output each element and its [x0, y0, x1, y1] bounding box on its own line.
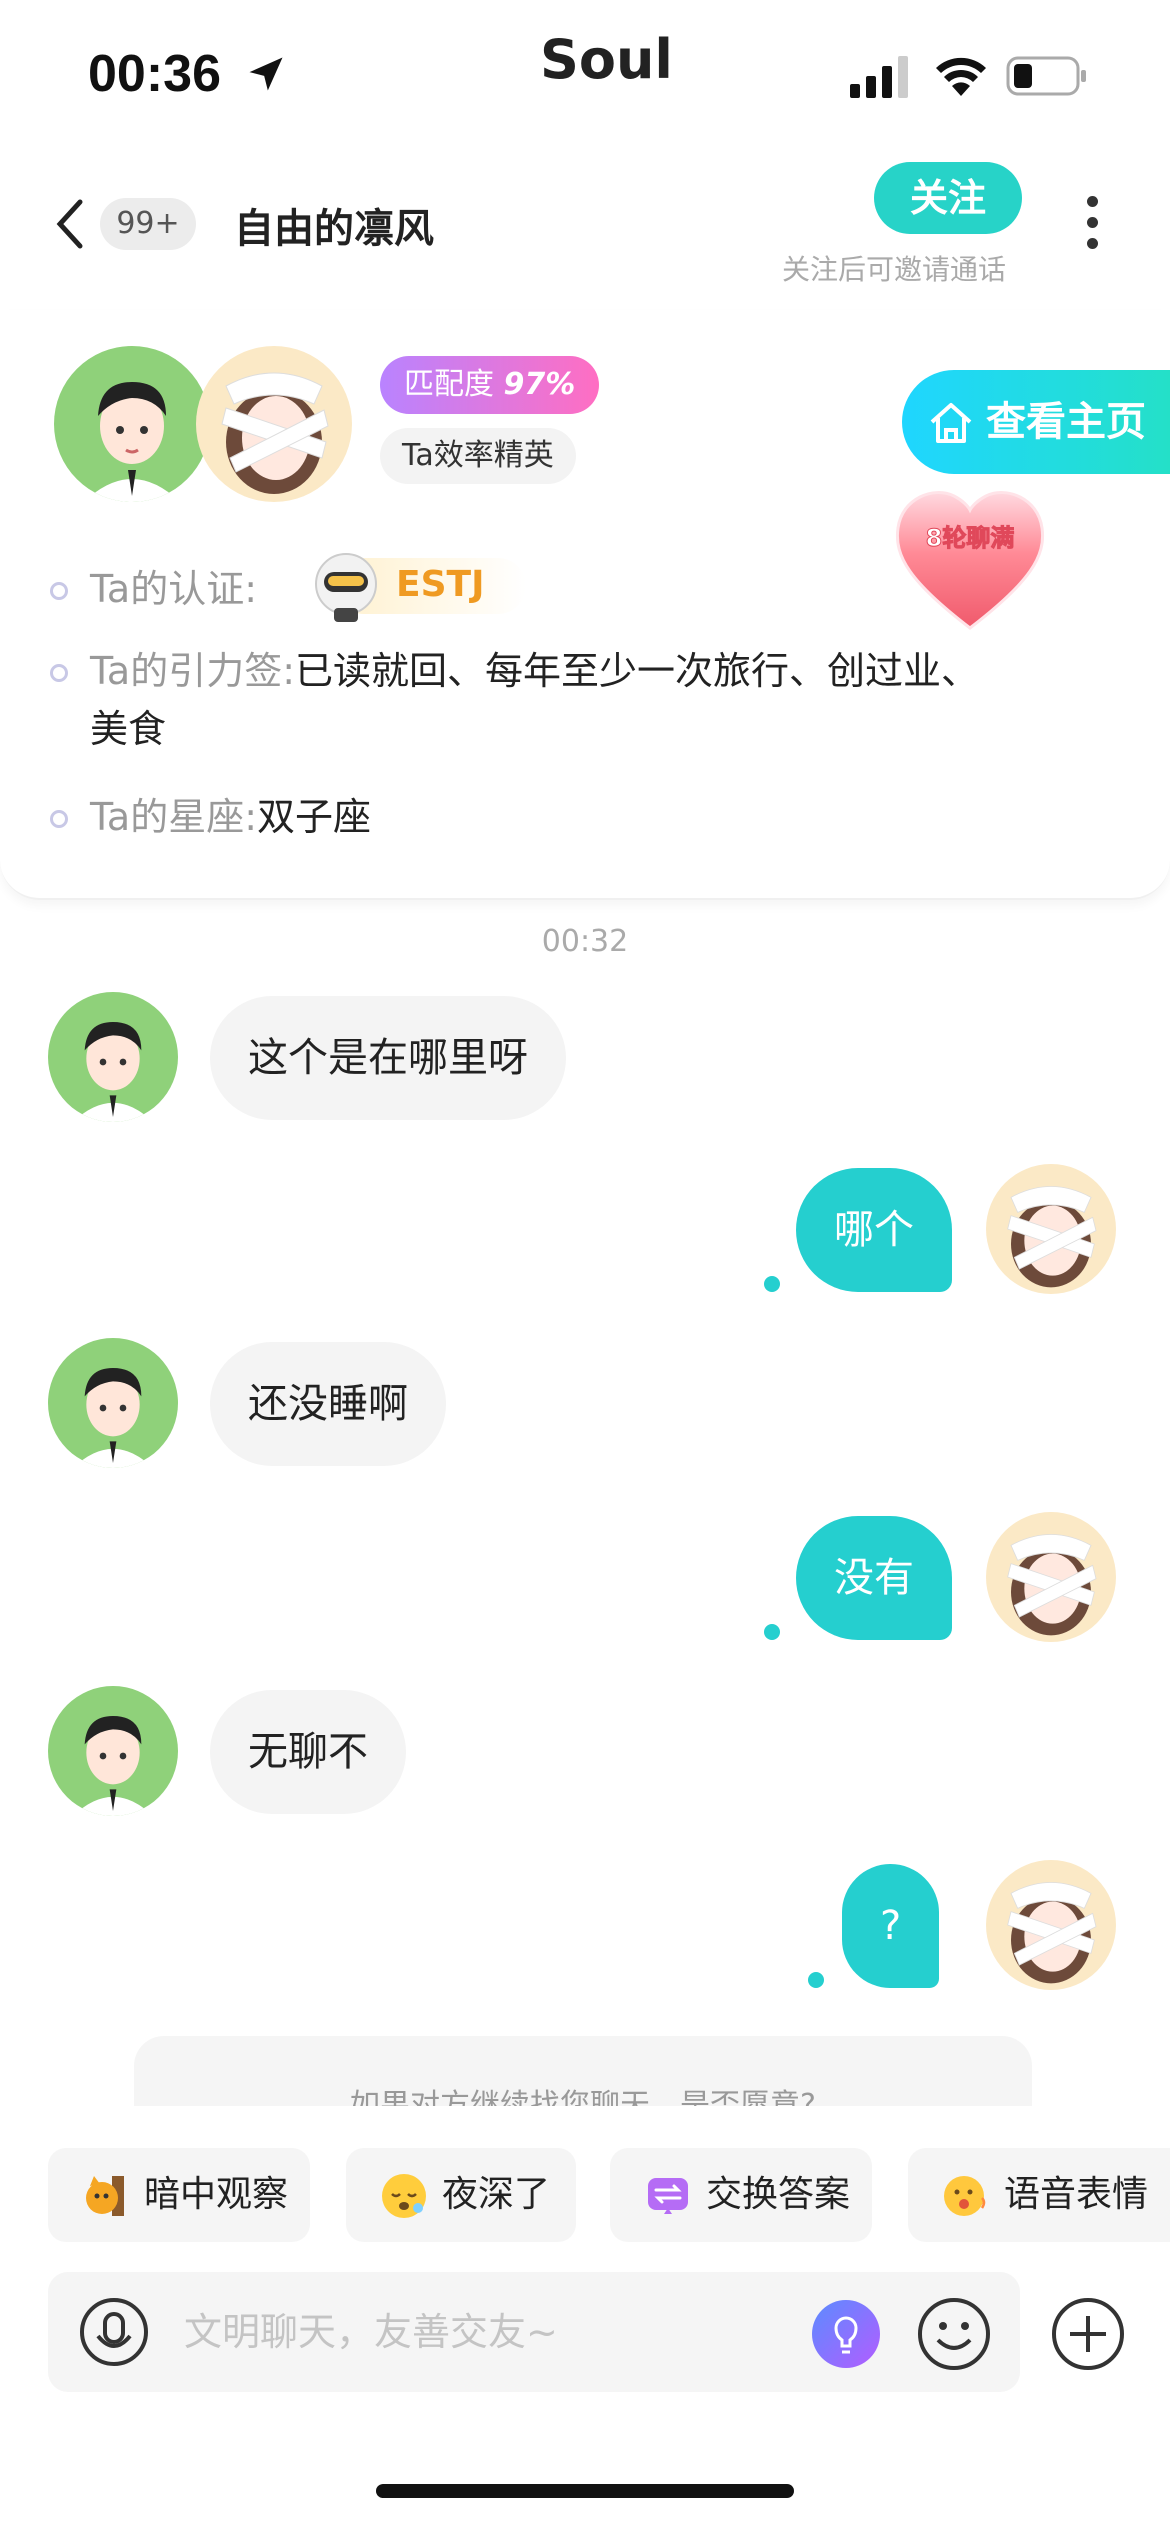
- wifi-icon: [936, 57, 986, 96]
- sleepy-face-icon: [382, 2174, 426, 2218]
- message-input-bar: [48, 2272, 1020, 2392]
- heart-badge-label: 8轮聊满: [926, 524, 1015, 552]
- my-message-avatar[interactable]: [986, 1512, 1116, 1642]
- my-message-avatar[interactable]: [986, 1860, 1116, 1990]
- quick-chip-voice-emoji[interactable]: 语音表情: [908, 2148, 1170, 2242]
- ai-assist-icon[interactable]: [810, 2298, 882, 2370]
- status-bar: 00:36 Soul: [0, 0, 1170, 150]
- emoji-button[interactable]: [916, 2296, 992, 2372]
- man-avatar-icon: [48, 1686, 178, 1816]
- certification-row: Ta的认证:: [50, 560, 257, 618]
- mbti-cert-tag[interactable]: ESTJ: [306, 550, 526, 622]
- voice-input-icon[interactable]: [78, 2296, 150, 2368]
- chat-timestamp: 00:32: [541, 924, 629, 959]
- prompt-text: 如果对方继续找您聊天，是否愿意?: [350, 2088, 816, 2106]
- mbti-value: ESTJ: [396, 564, 485, 605]
- home-indicator[interactable]: [376, 2484, 794, 2498]
- profile-card: 匹配度 97% Ta效率精英 查看主页 8轮聊满 Ta的认证: ESTJ Ta的…: [0, 310, 1170, 900]
- match-score-pill: 匹配度 97%: [380, 356, 600, 414]
- partner-message-avatar[interactable]: [48, 1686, 178, 1816]
- more-actions-plus-button[interactable]: [1050, 2296, 1126, 2372]
- view-homepage-label: 查看主页: [986, 399, 1146, 445]
- message-input[interactable]: [184, 2300, 824, 2364]
- more-options-button[interactable]: [1080, 196, 1104, 256]
- read-status-dot: [764, 1624, 780, 1640]
- chat-title: 自由的凛风: [234, 206, 434, 252]
- quick-chip-peek[interactable]: 暗中观察: [48, 2148, 310, 2242]
- partner-message-avatar[interactable]: [48, 1338, 178, 1468]
- battery-icon: [1006, 56, 1086, 96]
- cellular-signal-icon: [850, 56, 908, 98]
- outgoing-message[interactable]: 哪个: [796, 1168, 952, 1292]
- bandaged-girl-avatar-icon: [196, 346, 352, 502]
- unread-count-badge[interactable]: 99+: [100, 198, 196, 250]
- bandaged-girl-avatar-icon: [986, 1512, 1116, 1642]
- tags-row: Ta的引力签:已读就回、每年至少一次旅行、创过业、 美食: [50, 642, 1130, 758]
- view-homepage-button[interactable]: 查看主页: [902, 370, 1170, 474]
- incoming-message[interactable]: 还没睡啊: [210, 1342, 446, 1466]
- incoming-message[interactable]: 无聊不: [210, 1690, 406, 1814]
- quick-chip-late-night[interactable]: 夜深了: [346, 2148, 576, 2242]
- bandaged-girl-avatar-icon: [986, 1860, 1116, 1990]
- continue-chat-prompt: 如果对方继续找您聊天，是否愿意?: [134, 2036, 1032, 2106]
- exchange-icon: [648, 2178, 688, 2214]
- back-button[interactable]: [50, 196, 90, 252]
- partner-message-avatar[interactable]: [48, 992, 178, 1122]
- peek-cat-icon: [86, 2176, 124, 2216]
- quick-chip-exchange-answers[interactable]: 交换答案: [610, 2148, 872, 2242]
- man-avatar-icon: [54, 346, 210, 502]
- status-time: 00:36: [88, 45, 221, 103]
- app-brand: Soul: [540, 28, 673, 91]
- read-status-dot: [764, 1276, 780, 1292]
- tags-value-line2: 美食: [90, 707, 167, 751]
- elite-tag: Ta效率精英: [380, 428, 576, 484]
- zodiac-value: 双子座: [257, 795, 372, 839]
- heart-badge-icon[interactable]: 8轮聊满: [890, 482, 1050, 632]
- man-avatar-icon: [48, 1338, 178, 1468]
- tags-value-line1: 已读就回、每年至少一次旅行、创过业、: [295, 649, 980, 693]
- follow-button[interactable]: 关注: [874, 162, 1022, 234]
- location-arrow-icon: [249, 57, 283, 91]
- voice-emoji-icon: [944, 2176, 986, 2216]
- bandaged-girl-avatar-icon: [986, 1164, 1116, 1294]
- partner-avatar[interactable]: [54, 346, 210, 502]
- man-avatar-icon: [48, 992, 178, 1122]
- my-avatar[interactable]: [196, 346, 352, 502]
- incoming-message[interactable]: 这个是在哪里呀: [210, 996, 566, 1120]
- outgoing-message[interactable]: 没有: [796, 1516, 952, 1640]
- follow-hint: 关注后可邀请通话: [782, 253, 1007, 286]
- outgoing-message[interactable]: ?: [842, 1864, 940, 1988]
- zodiac-row: Ta的星座:双子座: [50, 788, 371, 846]
- home-icon: [930, 403, 972, 443]
- read-status-dot: [808, 1972, 824, 1988]
- my-message-avatar[interactable]: [986, 1164, 1116, 1294]
